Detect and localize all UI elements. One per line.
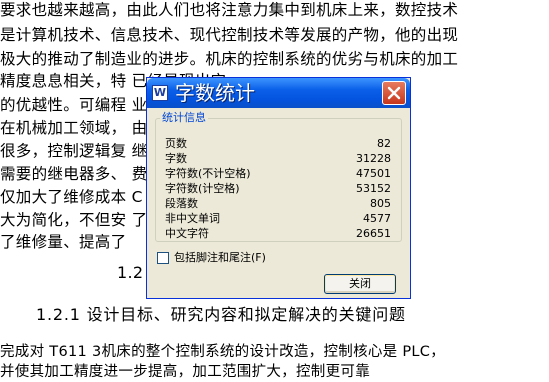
group-label: 统计信息	[160, 111, 208, 125]
stat-row-words: 字数 31228	[156, 152, 403, 166]
doc-line: 并使其加工精度进一步提高，加工范围扩大，控制更可靠	[0, 364, 370, 380]
stat-row-pages: 页数 82	[156, 137, 403, 151]
close-icon	[387, 86, 401, 100]
stat-label: 非中文单词	[165, 212, 220, 225]
stat-value: 53152	[356, 182, 391, 195]
close-button[interactable]	[382, 81, 406, 105]
stat-value: 4577	[363, 212, 391, 225]
doc-line: 极大的推动了制造业的进步。机床的控制系统的优劣与机床的加工	[0, 50, 459, 68]
stat-row-chars-with-spaces: 字符数(计空格) 53152	[156, 182, 403, 196]
stat-row-chars-no-spaces: 字符数(不计空格) 47501	[156, 167, 403, 181]
doc-line: 是计算机技术、信息技术、现代控制技术等发展的产物，他的出现	[0, 26, 459, 44]
stat-label: 字数	[165, 152, 187, 165]
word-app-icon: W	[152, 85, 168, 101]
stat-label: 段落数	[165, 197, 198, 210]
include-footnotes-checkbox[interactable]	[157, 252, 169, 264]
stat-value: 26651	[356, 227, 391, 240]
word-count-dialog: W 字数统计 统计信息 页数 82 字数 31228 字符数(不计空格) 475…	[146, 77, 411, 299]
stat-label: 字符数(不计空格)	[165, 167, 251, 180]
stat-label: 字符数(计空格)	[165, 182, 240, 195]
stat-label: 中文字符	[165, 227, 209, 240]
stat-value: 805	[370, 197, 391, 210]
stat-label: 页数	[165, 137, 187, 150]
dialog-title: 字数统计	[175, 81, 255, 105]
close-dialog-button[interactable]: 关闭	[324, 274, 396, 294]
include-footnotes-label[interactable]: 包括脚注和尾注(F)	[174, 251, 266, 265]
stat-row-chinese-chars: 中文字符 26651	[156, 227, 403, 241]
doc-line: 了维修量、提高了	[0, 233, 127, 251]
subsection-heading: 1.2.1 设计目标、研究内容和拟定解决的关键问题	[36, 305, 406, 324]
stat-value: 31228	[356, 152, 391, 165]
doc-line: 完成对 T611 3机床的整个控制系统的设计改造，控制核心是 PLC，	[0, 344, 446, 360]
statistics-group: 统计信息 页数 82 字数 31228 字符数(不计空格) 47501 字符数(…	[155, 111, 403, 242]
dialog-titlebar[interactable]: W 字数统计	[147, 78, 410, 108]
stat-row-paragraphs: 段落数 805	[156, 197, 403, 211]
stat-value: 82	[377, 137, 391, 150]
stat-row-non-chinese-words: 非中文单词 4577	[156, 212, 403, 226]
stat-value: 47501	[356, 167, 391, 180]
doc-line: 要求也越来越高，由此人们也将注意力集中到机床上来，数控技术	[0, 1, 459, 19]
